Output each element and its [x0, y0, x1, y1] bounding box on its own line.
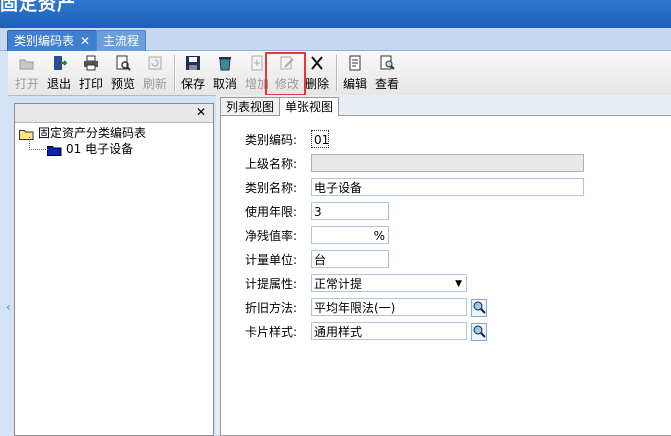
tree-connector: [29, 137, 48, 150]
document-tab-strip: 类别编码表 ✕ 主流程: [0, 28, 671, 51]
depreciation-attribute-select[interactable]: 正常计提 ▼: [311, 274, 467, 292]
open-label: 打开: [14, 77, 39, 91]
tab-category-code-table[interactable]: 类别编码表 ✕: [7, 30, 98, 51]
preview-label: 预览: [110, 77, 135, 91]
tree-node-label: 固定资产分类编码表: [38, 126, 147, 140]
tree-panel-header: ✕: [15, 104, 213, 123]
refresh-label: 刷新: [142, 77, 167, 91]
cancel-bin-icon: [217, 55, 233, 71]
tab-card-view[interactable]: 单张视图: [279, 97, 340, 116]
cancel-label: 取消: [212, 77, 237, 91]
folder-open-icon: [19, 55, 35, 71]
open-button[interactable]: 打开: [12, 53, 42, 93]
toolbar-divider: [174, 55, 176, 91]
view-button[interactable]: 查看: [372, 53, 402, 93]
blue-folder-icon: [47, 144, 62, 156]
view-label: 查看: [374, 77, 399, 91]
category-tree-panel: ✕ 固定资产分类编码表 01 电子设备: [14, 103, 214, 436]
tree-node-root[interactable]: 固定资产分类编码表: [19, 125, 213, 141]
percent-unit: %: [373, 229, 385, 243]
refresh-button[interactable]: 刷新: [140, 53, 170, 93]
edit-document-icon: [347, 55, 363, 71]
save-label: 保存: [180, 77, 205, 91]
category-name-input[interactable]: 电子设备: [311, 178, 584, 196]
title-bar: 固定资产: [0, 0, 671, 28]
name-label: 类别名称:: [245, 181, 298, 195]
category-tree: 固定资产分类编码表 01 电子设备: [15, 123, 213, 157]
unit-label: 计量单位:: [245, 253, 298, 267]
service-life-input[interactable]: 3: [311, 202, 389, 220]
parent-name-input: [311, 154, 584, 172]
edit-button[interactable]: 编辑: [340, 53, 370, 93]
life-label: 使用年限:: [245, 205, 298, 219]
select-value: 正常计提: [314, 277, 363, 291]
search-card-style-icon[interactable]: [471, 323, 487, 341]
method-label: 折旧方法:: [245, 301, 298, 315]
residual-label: 净残值率:: [245, 229, 298, 243]
print-preview-icon: [115, 55, 131, 71]
exit-door-icon: [51, 55, 68, 71]
residual-rate-input[interactable]: %: [311, 226, 389, 244]
attr-label: 计提属性:: [245, 277, 298, 291]
delete-button[interactable]: 删除: [302, 53, 332, 93]
edit-label: 编辑: [342, 77, 367, 91]
toolbar-divider: [336, 55, 338, 91]
add-document-icon: [249, 55, 265, 71]
search-method-icon[interactable]: [471, 299, 487, 317]
close-panel-icon[interactable]: ✕: [193, 105, 209, 120]
close-tab-icon[interactable]: ✕: [80, 34, 90, 48]
delete-label: 删除: [304, 77, 329, 91]
tree-node-electronics[interactable]: 01 电子设备: [19, 137, 213, 157]
exit-button[interactable]: 退出: [44, 53, 74, 93]
category-form: 类别编码: 01 上级名称: 类别名称: 电子设备 使用年限: 3 净残值率: …: [220, 115, 671, 436]
window-title: 固定资产: [0, 0, 76, 15]
save-disk-icon: [185, 55, 201, 71]
parent-label: 上级名称:: [245, 157, 298, 171]
tab-main-flow[interactable]: 主流程: [96, 30, 147, 51]
refresh-icon: [147, 55, 163, 71]
cancel-button[interactable]: 取消: [210, 53, 240, 93]
tab-label: 类别编码表: [14, 34, 75, 48]
delete-x-icon: [309, 55, 325, 71]
card-label: 卡片样式:: [245, 325, 298, 339]
save-button[interactable]: 保存: [178, 53, 208, 93]
depreciation-method-input[interactable]: 平均年限法(一): [311, 298, 467, 316]
tab-list-view[interactable]: 列表视图: [220, 97, 281, 116]
measure-unit-input[interactable]: 台: [311, 250, 389, 268]
collapse-left-panel-icon[interactable]: ‹: [6, 300, 12, 350]
tree-node-label: 01 电子设备: [66, 142, 134, 156]
toolbar: 打开 退出 打印 预览 刷新 保存 取消 增加 修改 删除 编辑 查看: [8, 51, 671, 96]
card-style-input[interactable]: 通用样式: [311, 322, 467, 340]
detail-panel: 列表视图 单张视图 类别编码: 01 上级名称: 类别名称: 电子设备 使用年限…: [216, 95, 671, 436]
modify-button-highlight: [265, 52, 306, 96]
preview-button[interactable]: 预览: [108, 53, 138, 93]
print-button[interactable]: 打印: [76, 53, 106, 93]
dropdown-arrow-icon: ▼: [455, 279, 462, 289]
code-label: 类别编码:: [245, 133, 298, 147]
printer-icon: [83, 55, 99, 71]
tab-label: 主流程: [103, 34, 140, 48]
category-code-input[interactable]: 01: [311, 130, 329, 148]
view-magnifier-icon: [379, 55, 395, 71]
exit-label: 退出: [46, 77, 71, 91]
print-label: 打印: [78, 77, 103, 91]
